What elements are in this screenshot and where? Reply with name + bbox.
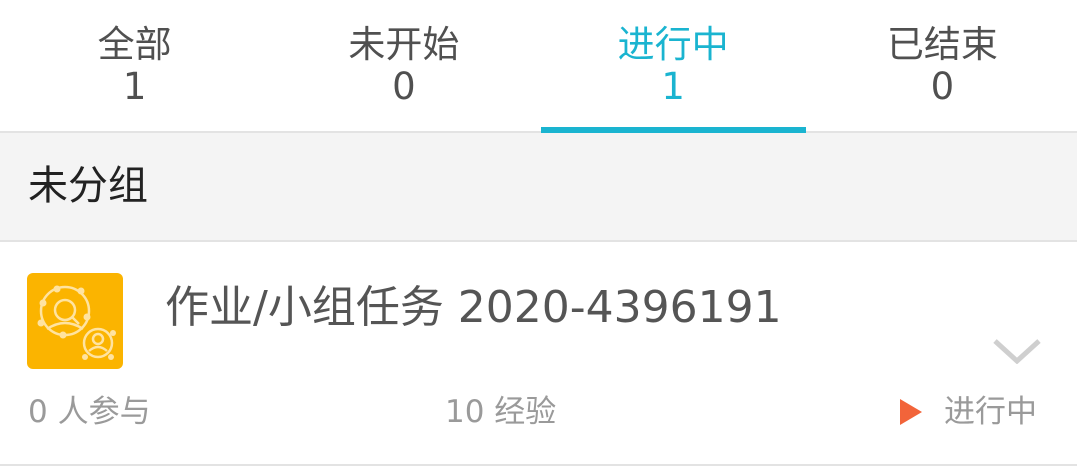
participant-count: 0 人参与: [28, 394, 151, 430]
group-task-icon: [27, 273, 123, 369]
tab-label: 已结束: [886, 23, 998, 66]
tab-count: 1: [661, 65, 685, 108]
group-title: 未分组: [28, 163, 148, 209]
tab-not-started[interactable]: 未开始 0: [269, 0, 538, 131]
group-header: 未分组: [0, 133, 1077, 242]
tab-label: 未开始: [348, 23, 460, 66]
play-icon: [900, 399, 922, 425]
tab-count: 0: [930, 65, 955, 108]
status-tab-bar: 全部 1 未开始 0 进行中 1 已结束 0: [0, 0, 1077, 133]
status-label: 进行中: [944, 394, 1037, 430]
tab-label: 进行中: [617, 23, 729, 66]
tab-label: 全部: [97, 23, 172, 66]
tab-ended[interactable]: 已结束 0: [808, 0, 1077, 131]
tab-in-progress[interactable]: 进行中 1: [539, 0, 808, 133]
task-list-item[interactable]: 作业/小组任务 2020-4396191 0 人参与 10 经验 进行中: [0, 242, 1077, 466]
task-title[interactable]: 作业/小组任务 2020-4396191: [165, 282, 782, 334]
tab-count: 1: [122, 65, 147, 108]
tab-count: 0: [392, 65, 416, 108]
task-status: 进行中: [900, 392, 1037, 432]
chevron-down-icon[interactable]: [992, 338, 1042, 364]
experience-points: 10 经验: [445, 394, 557, 430]
tab-all[interactable]: 全部 1: [0, 0, 269, 131]
